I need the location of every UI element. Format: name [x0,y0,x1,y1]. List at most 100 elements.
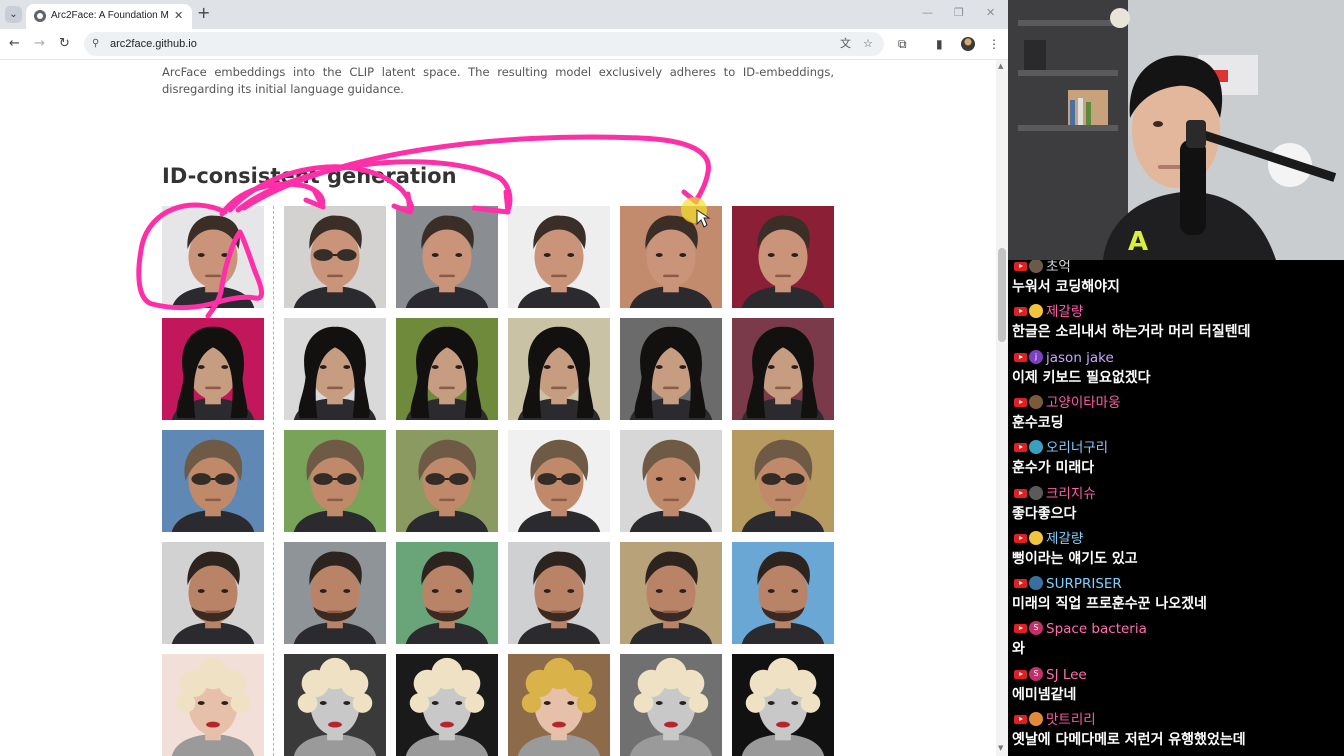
face-image [508,430,610,532]
avatar[interactable]: S [1029,666,1043,681]
chat-message-header: S SJ Lee [1012,666,1342,685]
chat-message-text: 에미넴같네 [1012,686,1077,703]
tab-bar: ⌄ Arc2Face: A Foundation Mode ✕ + — ❐ ✕ [0,0,1008,29]
face-image [162,318,264,420]
chat-username[interactable]: SURPRISER [1046,575,1122,593]
face-image [162,654,264,756]
avatar[interactable] [1029,260,1043,273]
puzzle-icon[interactable]: ⧉ [898,35,907,53]
address-bar[interactable]: ⚲ arc2face.github.io 文 ☆ [84,32,884,56]
chat-username[interactable]: 초억 [1046,260,1071,276]
minimize-icon[interactable]: — [922,6,933,20]
face-image [396,318,498,420]
close-icon[interactable]: ✕ [174,8,183,24]
scroll-thumb[interactable] [998,248,1006,342]
avatar[interactable] [1029,304,1043,319]
youtube-icon [1014,443,1027,453]
face-image [732,318,834,420]
face-image [620,542,722,644]
face-image [396,206,498,308]
section-title: ID-consistent generation [162,164,457,188]
profile-avatar[interactable] [961,37,975,51]
chat-username[interactable]: 제갈량 [1046,303,1083,321]
youtube-icon [1014,262,1027,271]
chat-message-header: SURPRISER [1012,575,1342,594]
chat-message-text: 이제 키보드 필요없겠다 [1012,369,1151,386]
pen-annotation [136,134,711,319]
face-image [396,542,498,644]
url-text[interactable]: arc2face.github.io [110,37,197,51]
svg-text:A: A [1128,227,1148,257]
tune-icon[interactable]: ⚲ [92,35,99,53]
chat-message-text: 뻥이라는 얘기도 있고 [1012,550,1138,567]
arrow-left-icon[interactable]: ← [9,35,20,53]
chat-message: 제갈량뻥이라는 얘기도 있고 [1012,530,1342,575]
youtube-icon [1014,624,1027,634]
restore-icon[interactable]: ❐ [954,6,964,20]
youtube-icon [1014,533,1027,543]
screen: ⌄ Arc2Face: A Foundation Mode ✕ + — ❐ ✕ … [0,0,1344,756]
face-image [732,542,834,644]
youtube-icon [1014,488,1027,498]
chat-username[interactable]: 제갈량 [1046,530,1083,548]
page-viewport[interactable]: ArcFace embeddings into the CLIP latent … [0,60,1008,756]
youtube-icon [1014,397,1027,407]
chat-username[interactable]: SJ Lee [1046,666,1087,684]
chat-message-header: S Space bacteria [1012,620,1342,639]
avatar[interactable] [1029,576,1043,591]
avatar[interactable] [1029,530,1043,545]
reload-icon[interactable]: ↻ [59,35,70,53]
intro-paragraph: ArcFace embeddings into the CLIP latent … [162,65,834,96]
arrow-right-icon[interactable]: → [34,35,45,53]
chat-message-header: j jason jake [1012,349,1342,368]
vertical-scrollbar[interactable]: ▲ ▼ [996,60,1008,756]
face-image [732,206,834,308]
star-icon[interactable]: ☆ [863,35,873,53]
face-image [620,654,722,756]
chat-message: j jason jake 이제 키보드 필요없겠다 [1012,349,1342,394]
face-image [284,430,386,532]
chat-message-header: 크리지슈 [1012,485,1342,504]
chat-message-text: 옛날에 다메다메로 저런거 유행했었는데 [1012,732,1246,748]
face-image [508,318,610,420]
chat-message-header: 고양이타마웅 [1012,394,1342,413]
avatar[interactable] [1029,712,1043,726]
browser-window: ⌄ Arc2Face: A Foundation Mode ✕ + — ❐ ✕ … [0,0,1008,756]
chat-username[interactable]: 오리너구리 [1046,439,1108,457]
face-image [162,430,264,532]
translate-icon[interactable]: 文 [840,35,851,53]
chat-username[interactable]: jason jake [1046,349,1114,367]
avatar[interactable] [1029,485,1043,500]
face-image [732,430,834,532]
browser-toolbar: ← → ↻ ⚲ arc2face.github.io 文 ☆ ⧉ ▮ ⋮ [0,29,1008,60]
chat-username[interactable]: Space bacteria [1046,620,1147,638]
chat-message-text: 한글은 소리내서 하는거라 머리 터질텐데 [1012,324,1251,341]
chevron-down-icon[interactable]: ⌄ [5,6,22,23]
streamer-image: A [1008,0,1344,260]
avatar[interactable]: S [1029,621,1043,636]
chat-username[interactable]: 고양이타마웅 [1046,394,1121,412]
chat-message: 초억누워서 코딩해야지 [1012,260,1342,303]
avatar[interactable] [1029,394,1043,409]
chat-message-text: 좋다좋으다 [1012,505,1077,522]
plus-icon[interactable]: + [197,4,210,22]
chat-username[interactable]: 크리지슈 [1046,485,1096,503]
avatar[interactable]: j [1029,349,1043,364]
chat-message-text: 훈수가 미래다 [1012,460,1095,477]
scroll-up-icon[interactable]: ▲ [998,62,1003,70]
chat-message-text: 누워서 코딩해야지 [1012,279,1120,295]
side-panel-icon[interactable]: ▮ [936,35,943,53]
kebab-menu-icon[interactable]: ⋮ [988,35,1000,53]
chat-message: 오리너구리훈수가 미래다 [1012,439,1342,484]
face-image [284,654,386,756]
face-image [284,206,386,308]
face-image [508,542,610,644]
chat-message-text: 와 [1012,641,1025,658]
tab-title: Arc2Face: A Foundation Mode [51,10,169,21]
window-close-icon[interactable]: ✕ [986,6,995,20]
chat-username[interactable]: 맛트리리 [1046,711,1096,729]
avatar[interactable] [1029,440,1043,455]
scroll-down-icon[interactable]: ▼ [998,744,1003,752]
face-image [162,206,264,308]
tab-arc2face[interactable]: Arc2Face: A Foundation Mode ✕ [26,4,192,29]
